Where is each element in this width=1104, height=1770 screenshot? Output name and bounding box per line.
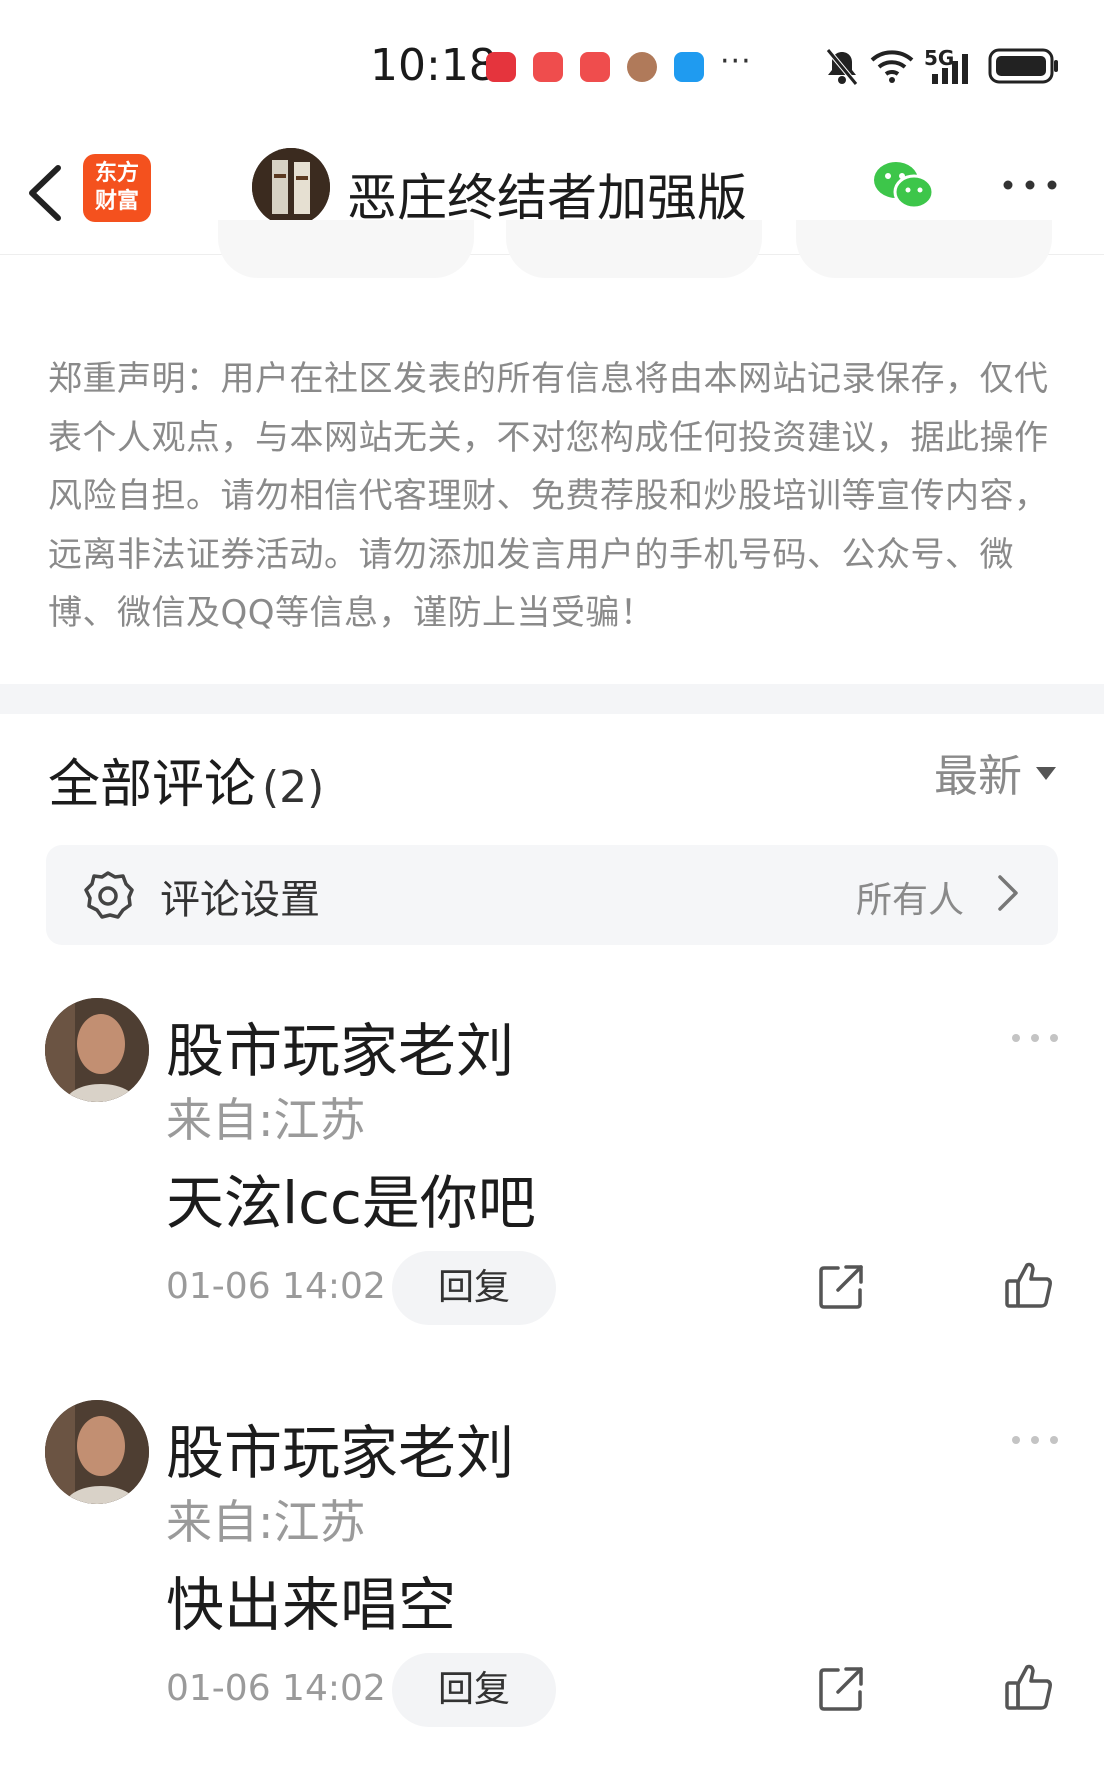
message-bubble-icon: [674, 52, 704, 82]
action-pill[interactable]: [506, 220, 762, 278]
user-avatar[interactable]: [45, 1400, 149, 1504]
comment-settings-label: 评论设置: [160, 877, 320, 923]
dropdown-arrow-icon: [1036, 766, 1056, 780]
user-avatar[interactable]: [45, 998, 149, 1102]
action-pill[interactable]: [218, 220, 474, 278]
app-logo[interactable]: 东方 财富: [83, 154, 151, 222]
contact-avatar-icon: [627, 52, 657, 82]
comment-text: 快出来唱空: [166, 1571, 457, 1639]
user-location: 来自:江苏: [166, 1093, 366, 1147]
user-location: 来自:江苏: [166, 1495, 366, 1549]
more-notifications-icon: ···: [720, 44, 752, 79]
comment-settings-row[interactable]: 评论设置 所有人: [46, 845, 1058, 945]
wechat-share-icon[interactable]: [872, 158, 936, 214]
back-arrow-icon[interactable]: [20, 158, 74, 228]
comment-item: 股市玩家老刘 来自:江苏 快出来唱空 01-06 14:02 回复: [0, 1400, 1104, 1770]
comments-count: (2): [262, 762, 325, 813]
comments-title: 全部评论: [48, 755, 257, 815]
app-logo-line2: 财富: [94, 189, 139, 214]
sort-dropdown[interactable]: 最新: [934, 740, 1056, 804]
more-options-icon[interactable]: [1010, 1430, 1060, 1450]
red-book-icon: [533, 52, 563, 82]
signal-icon: [932, 54, 968, 84]
username[interactable]: 股市玩家老刘: [166, 1004, 514, 1088]
comment-text: 天泫lcc是你吧: [166, 1169, 536, 1237]
share-icon[interactable]: [818, 1264, 864, 1310]
wifi-icon: [870, 50, 914, 83]
disclaimer-text: 郑重声明：用户在社区发表的所有信息将由本网站记录保存，仅代表个人观点，与本网站无…: [48, 359, 1049, 633]
reply-button[interactable]: 回复: [392, 1251, 556, 1325]
thumbs-up-icon[interactable]: [1004, 1260, 1054, 1310]
comment-timestamp: 01-06 14:02: [166, 1668, 386, 1709]
more-options-icon[interactable]: [1010, 1028, 1060, 1048]
comment-timestamp: 01-06 14:02: [166, 1266, 386, 1307]
bell-muted-icon: [826, 48, 858, 86]
username[interactable]: 股市玩家老刘: [166, 1406, 514, 1490]
comment-settings-value: 所有人: [856, 880, 965, 921]
status-bar: 10:18 ··· 5G: [0, 0, 1104, 130]
battery-icon: [988, 48, 1058, 84]
group-avatar[interactable]: [252, 148, 330, 226]
status-time: 10:18: [370, 40, 497, 91]
reply-button[interactable]: 回复: [392, 1653, 556, 1727]
huawei-app-icon: [486, 52, 516, 82]
action-pill[interactable]: [796, 220, 1052, 278]
section-divider: [0, 684, 1104, 714]
chevron-right-icon: [998, 875, 1018, 911]
app-logo-line1: 东方: [94, 161, 139, 186]
sort-label: 最新: [934, 751, 1022, 802]
comment-item: 股市玩家老刘 来自:江苏 天泫lcc是你吧 01-06 14:02 回复: [0, 998, 1104, 1368]
thumbs-up-icon[interactable]: [1004, 1662, 1054, 1712]
gear-icon: [84, 871, 134, 919]
more-options-icon[interactable]: [1000, 170, 1060, 200]
comments-header: 全部评论 (2): [48, 742, 324, 817]
red-book-icon: [580, 52, 610, 82]
share-icon[interactable]: [818, 1666, 864, 1712]
